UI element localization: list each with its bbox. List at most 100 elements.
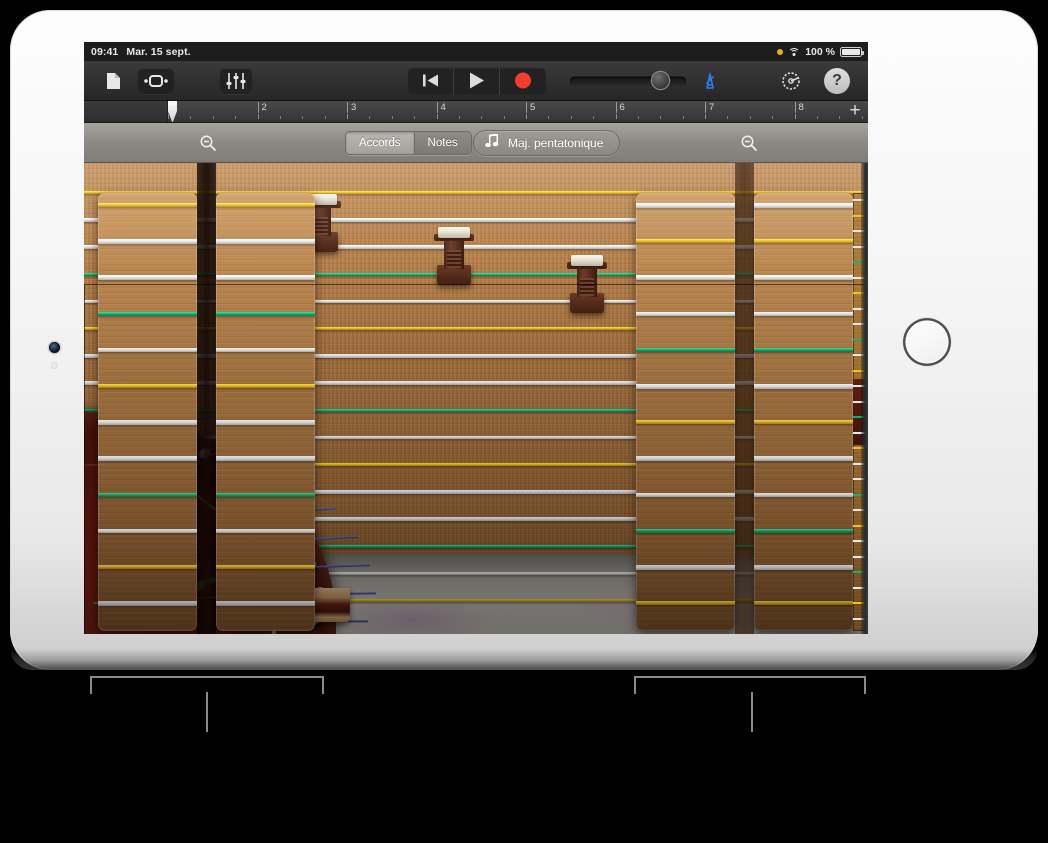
koto-string-zoomed[interactable] xyxy=(636,420,735,424)
metronome-icon[interactable] xyxy=(696,67,724,95)
record-button[interactable] xyxy=(500,67,546,94)
koto-string-zoomed[interactable] xyxy=(98,275,197,280)
koto-string-zoomed[interactable] xyxy=(216,420,315,425)
koto-string-zoomed[interactable] xyxy=(98,203,197,207)
koto-string-zoomed[interactable] xyxy=(98,312,197,316)
add-track-button[interactable]: + xyxy=(846,102,864,120)
string-panel-4[interactable] xyxy=(754,193,853,631)
scale-selector-button[interactable]: Maj. pentatonique xyxy=(473,130,620,156)
battery-full-icon xyxy=(840,47,862,57)
koto-string-zoomed[interactable] xyxy=(216,384,315,388)
track-view-icon[interactable] xyxy=(138,68,174,94)
document-icon[interactable] xyxy=(98,68,128,94)
koto-string-zoomed[interactable] xyxy=(636,565,735,570)
battery-percent-label: 100 % xyxy=(805,46,835,58)
koto-string-zoomed[interactable] xyxy=(216,348,315,353)
string-panel-3[interactable] xyxy=(636,193,735,631)
callout-bracket xyxy=(634,676,866,694)
ruler-bar-label: 3 xyxy=(347,102,356,113)
koto-string-zoomed[interactable] xyxy=(636,529,735,533)
ruler-tick xyxy=(504,116,505,119)
koto-string-zoomed[interactable] xyxy=(636,239,735,243)
ruler-tick xyxy=(593,116,594,119)
koto-string-zoomed[interactable] xyxy=(754,348,853,352)
koto-string-zoomed[interactable] xyxy=(754,239,853,243)
ruler-tick xyxy=(683,116,684,119)
ruler-tick xyxy=(258,114,259,119)
home-button[interactable] xyxy=(903,318,951,366)
master-volume-slider[interactable] xyxy=(570,76,686,85)
ruler-tick xyxy=(190,116,191,119)
koto-string-zoomed[interactable] xyxy=(216,239,315,244)
koto-string-zoomed[interactable] xyxy=(754,456,853,461)
ruler-bar-label: 7 xyxy=(705,102,714,113)
callout-leader-line xyxy=(751,692,753,732)
koto-string-zoomed[interactable] xyxy=(754,601,853,605)
help-button[interactable]: ? xyxy=(824,68,850,94)
ruler-bar-label: 8 xyxy=(795,102,804,113)
ruler-bar-label: 2 xyxy=(258,102,267,113)
playhead[interactable] xyxy=(168,101,177,123)
koto-string-zoomed[interactable] xyxy=(216,312,315,316)
koto-string-zoomed[interactable] xyxy=(98,601,197,606)
koto-string-zoomed[interactable] xyxy=(216,203,315,207)
zoom-out-icon[interactable] xyxy=(193,128,223,158)
koto-string-zoomed[interactable] xyxy=(98,456,197,461)
koto-string-zoomed[interactable] xyxy=(98,348,197,353)
koto-string-zoomed[interactable] xyxy=(636,493,735,498)
status-bar: 09:41 Mar. 15 sept. 100 % xyxy=(84,42,868,61)
koto-string-zoomed[interactable] xyxy=(754,384,853,389)
koto-string-zoomed[interactable] xyxy=(98,493,197,497)
tab-notes[interactable]: Notes xyxy=(414,132,471,154)
koto-string-zoomed[interactable] xyxy=(754,529,853,533)
double-eighth-note-icon xyxy=(485,134,501,151)
timeline-ruler[interactable]: 12345678 + xyxy=(84,101,868,123)
koto-string-zoomed[interactable] xyxy=(98,420,197,425)
string-panel-1[interactable] xyxy=(98,193,197,631)
mixer-faders-icon[interactable] xyxy=(220,68,252,94)
koto-string-zoomed[interactable] xyxy=(216,529,315,534)
rewind-button[interactable] xyxy=(408,67,454,94)
koto-string-zoomed[interactable] xyxy=(216,493,315,497)
koto-string-zoomed[interactable] xyxy=(754,203,853,208)
play-button[interactable] xyxy=(454,67,500,94)
koto-string-zoomed[interactable] xyxy=(754,275,853,280)
ruler-tick xyxy=(839,116,840,119)
settings-gear-icon[interactable] xyxy=(776,66,806,96)
koto-string-zoomed[interactable] xyxy=(754,565,853,570)
ruler-tick xyxy=(660,116,661,119)
koto-string-zoomed[interactable] xyxy=(98,565,197,569)
status-date: Mar. 15 sept. xyxy=(126,46,190,58)
ruler-tick xyxy=(571,116,572,119)
koto-string-zoomed[interactable] xyxy=(216,456,315,461)
slider-knob[interactable] xyxy=(652,72,669,89)
koto-string-zoomed[interactable] xyxy=(636,384,735,389)
koto-string-zoomed[interactable] xyxy=(216,601,315,606)
koto-string-zoomed[interactable] xyxy=(216,565,315,569)
koto-string-zoomed[interactable] xyxy=(98,239,197,244)
string-panel-2[interactable] xyxy=(216,193,315,631)
transport-controls xyxy=(408,67,546,94)
koto-string-zoomed[interactable] xyxy=(754,420,853,424)
koto-string-zoomed[interactable] xyxy=(636,275,735,280)
koto-string-zoomed[interactable] xyxy=(636,348,735,352)
ruler-bar-label: 4 xyxy=(437,102,446,113)
koto-string-zoomed[interactable] xyxy=(636,456,735,461)
ruler-tick xyxy=(526,114,527,119)
koto-string-zoomed[interactable] xyxy=(216,275,315,280)
tab-accords[interactable]: Accords xyxy=(346,132,414,154)
koto-instrument-stage[interactable] xyxy=(84,163,868,634)
ambient-sensor-icon xyxy=(51,362,58,369)
koto-string-zoomed[interactable] xyxy=(98,384,197,388)
status-time: 09:41 xyxy=(91,46,118,58)
koto-string-zoomed[interactable] xyxy=(98,529,197,534)
zoom-out-icon[interactable] xyxy=(734,128,764,158)
soundboard-shading xyxy=(84,163,868,634)
koto-string-zoomed[interactable] xyxy=(754,312,853,317)
wifi-icon xyxy=(788,47,800,57)
koto-string-zoomed[interactable] xyxy=(636,203,735,208)
koto-string-zoomed[interactable] xyxy=(754,493,853,498)
koto-string-zoomed[interactable] xyxy=(636,601,735,605)
koto-string-zoomed[interactable] xyxy=(636,312,735,317)
orange-dot-icon xyxy=(777,49,783,55)
